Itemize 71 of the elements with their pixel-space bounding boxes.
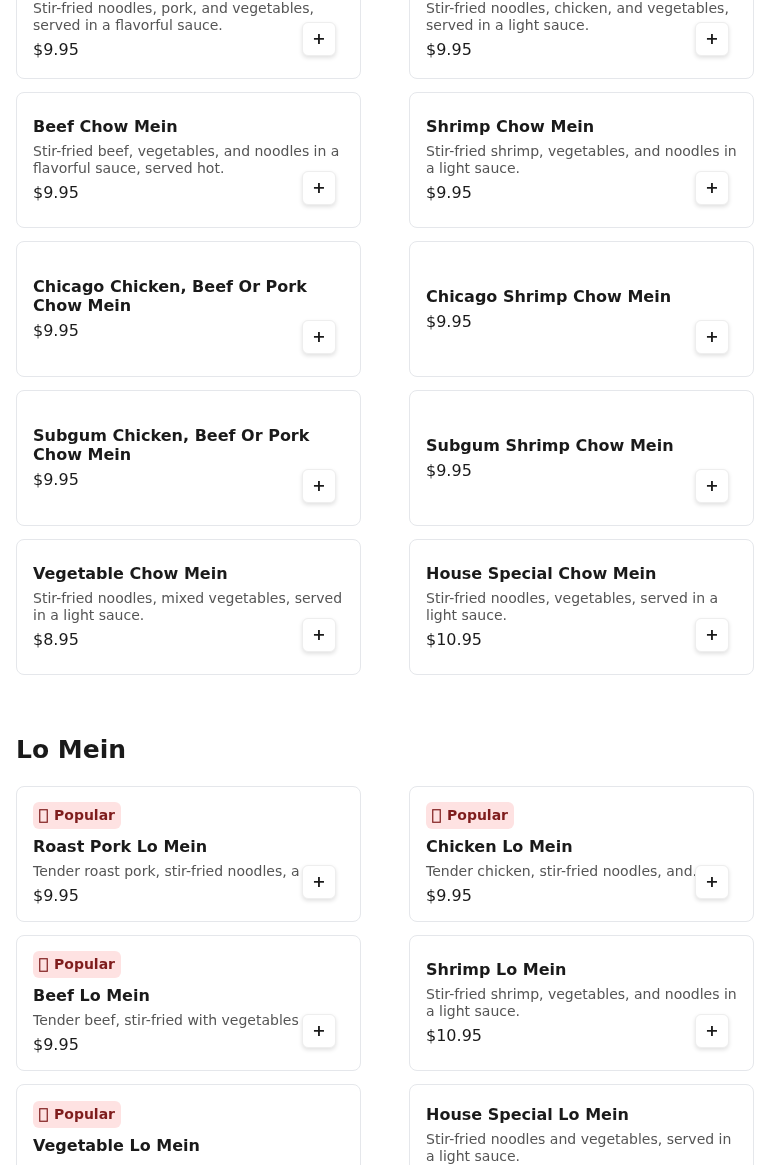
item-name: Chicken Lo Mein bbox=[426, 837, 574, 856]
add-button[interactable]: + bbox=[302, 171, 336, 205]
item-price: $8.95 bbox=[33, 630, 79, 650]
item-name: House Special Chow Mein bbox=[426, 564, 658, 583]
item-price: $9.95 bbox=[426, 40, 472, 60]
item-name: Chicago Shrimp Chow Mein bbox=[426, 286, 673, 306]
item-price: $9.95 bbox=[33, 40, 79, 60]
menu-card[interactable]: Popular Beef Lo Mein Tender beef, stir-fried with vegetables $9.95 + bbox=[16, 935, 361, 1071]
popular-badge: Popular bbox=[426, 802, 515, 829]
menu-card[interactable]: Popular Chicken Lo Mein Tender chicken, stir-fried noodles, and. $9.95 + bbox=[409, 786, 754, 922]
item-name: Chicago Chicken, Beef Or Pork Chow Mein bbox=[33, 277, 308, 315]
item-name: Beef Lo Mein bbox=[33, 986, 151, 1005]
popular-badge: Popular bbox=[33, 1101, 122, 1128]
add-button[interactable]: + bbox=[695, 618, 729, 652]
item-name: Vegetable Chow Mein bbox=[33, 564, 229, 583]
menu-card[interactable]: Stir-fried noodles, chicken, and vegetables, served in a light sauce. $9.95 + bbox=[409, 0, 754, 79]
item-price: $9.95 bbox=[426, 311, 472, 332]
menu-card[interactable]: House Special Lo Mein Stir-fried noodles and vegetables, served in a light sauce. bbox=[409, 1084, 754, 1165]
item-price: $9.95 bbox=[33, 321, 79, 341]
item-price: $9.95 bbox=[33, 183, 79, 203]
item-description: Stir-fried noodles and vegetables, served in a light sauce. bbox=[426, 1131, 733, 1165]
glyph-box-icon bbox=[39, 808, 48, 823]
item-price: $9.95 bbox=[33, 470, 79, 490]
section-heading: Lo Mein bbox=[16, 735, 127, 765]
add-button[interactable]: + bbox=[695, 171, 729, 205]
add-button[interactable]: + bbox=[695, 469, 729, 503]
item-name: Subgum Shrimp Chow Mein bbox=[426, 435, 675, 455]
item-name: Vegetable Lo Mein bbox=[33, 1136, 201, 1155]
item-price: $9.95 bbox=[33, 1035, 79, 1055]
item-name: Shrimp Lo Mein bbox=[426, 960, 568, 979]
menu-card[interactable]: Subgum Chicken, Beef Or Pork Chow Mein $9.95 + bbox=[16, 390, 361, 526]
item-price: $9.95 bbox=[33, 886, 79, 906]
menu-card[interactable]: Subgum Shrimp Chow Mein $9.95 + bbox=[409, 390, 754, 526]
menu-card[interactable]: Popular Vegetable Lo Mein bbox=[16, 1084, 361, 1165]
item-name: Shrimp Chow Mein bbox=[426, 117, 596, 136]
menu-card[interactable]: Chicago Shrimp Chow Mein $9.95 + bbox=[409, 241, 754, 377]
add-button[interactable]: + bbox=[695, 1014, 729, 1048]
add-button[interactable]: + bbox=[302, 469, 336, 503]
item-name: Roast Pork Lo Mein bbox=[33, 837, 209, 856]
add-button[interactable]: + bbox=[302, 320, 336, 354]
item-name: House Special Lo Mein bbox=[426, 1105, 630, 1124]
menu-card[interactable]: Shrimp Chow Mein Stir-fried shrimp, vegetables, and noodles in a light sauce. $9.95 + bbox=[409, 92, 754, 228]
menu-card[interactable]: Popular Roast Pork Lo Mein Tender roast pork, stir-fried noodles, a $9.95 + bbox=[16, 786, 361, 922]
item-price: $9.95 bbox=[426, 886, 472, 906]
glyph-box-icon bbox=[39, 957, 48, 972]
menu-card[interactable]: Shrimp Lo Mein Stir-fried shrimp, vegetables, and noodles in a light sauce. $10.95 + bbox=[409, 935, 754, 1071]
item-price: $10.95 bbox=[426, 1026, 482, 1046]
item-description: Tender chicken, stir-fried noodles, and. bbox=[426, 863, 698, 880]
menu-card[interactable]: Vegetable Chow Mein Stir-fried noodles, mixed vegetables, served in a light sauce. $8.95 + bbox=[16, 539, 361, 675]
add-button[interactable]: + bbox=[302, 618, 336, 652]
item-price: $10.95 bbox=[426, 630, 482, 650]
item-name: Beef Chow Mein bbox=[33, 117, 179, 136]
menu-card[interactable]: Stir-fried noodles, pork, and vegetables, served in a flavorful sauce. $9.95 + bbox=[16, 0, 361, 79]
menu-card[interactable]: Beef Chow Mein Stir-fried beef, vegetables, and noodles in a flavorful sauce, served hot. $9.95 + bbox=[16, 92, 361, 228]
item-description: Tender roast pork, stir-fried noodles, a bbox=[33, 863, 301, 880]
popular-badge: Popular bbox=[33, 951, 122, 978]
menu-card[interactable]: House Special Chow Mein Stir-fried noodles, vegetables, served in a light sauce. $10.95 + bbox=[409, 539, 754, 675]
item-name: Subgum Chicken, Beef Or Pork Chow Mein bbox=[33, 426, 311, 464]
add-button[interactable]: + bbox=[695, 865, 729, 899]
add-button[interactable]: + bbox=[695, 22, 729, 56]
menu-card[interactable]: Chicago Chicken, Beef Or Pork Chow Mein $9.95 + bbox=[16, 241, 361, 377]
glyph-box-icon bbox=[432, 808, 441, 823]
item-price: $9.95 bbox=[426, 183, 472, 203]
item-price: $9.95 bbox=[426, 460, 472, 481]
item-description: Tender beef, stir-fried with vegetables bbox=[33, 1012, 300, 1029]
add-button[interactable]: + bbox=[302, 22, 336, 56]
add-button[interactable]: + bbox=[695, 320, 729, 354]
popular-badge: Popular bbox=[33, 802, 122, 829]
add-button[interactable]: + bbox=[302, 1014, 336, 1048]
add-button[interactable]: + bbox=[302, 865, 336, 899]
glyph-box-icon bbox=[39, 1107, 48, 1122]
